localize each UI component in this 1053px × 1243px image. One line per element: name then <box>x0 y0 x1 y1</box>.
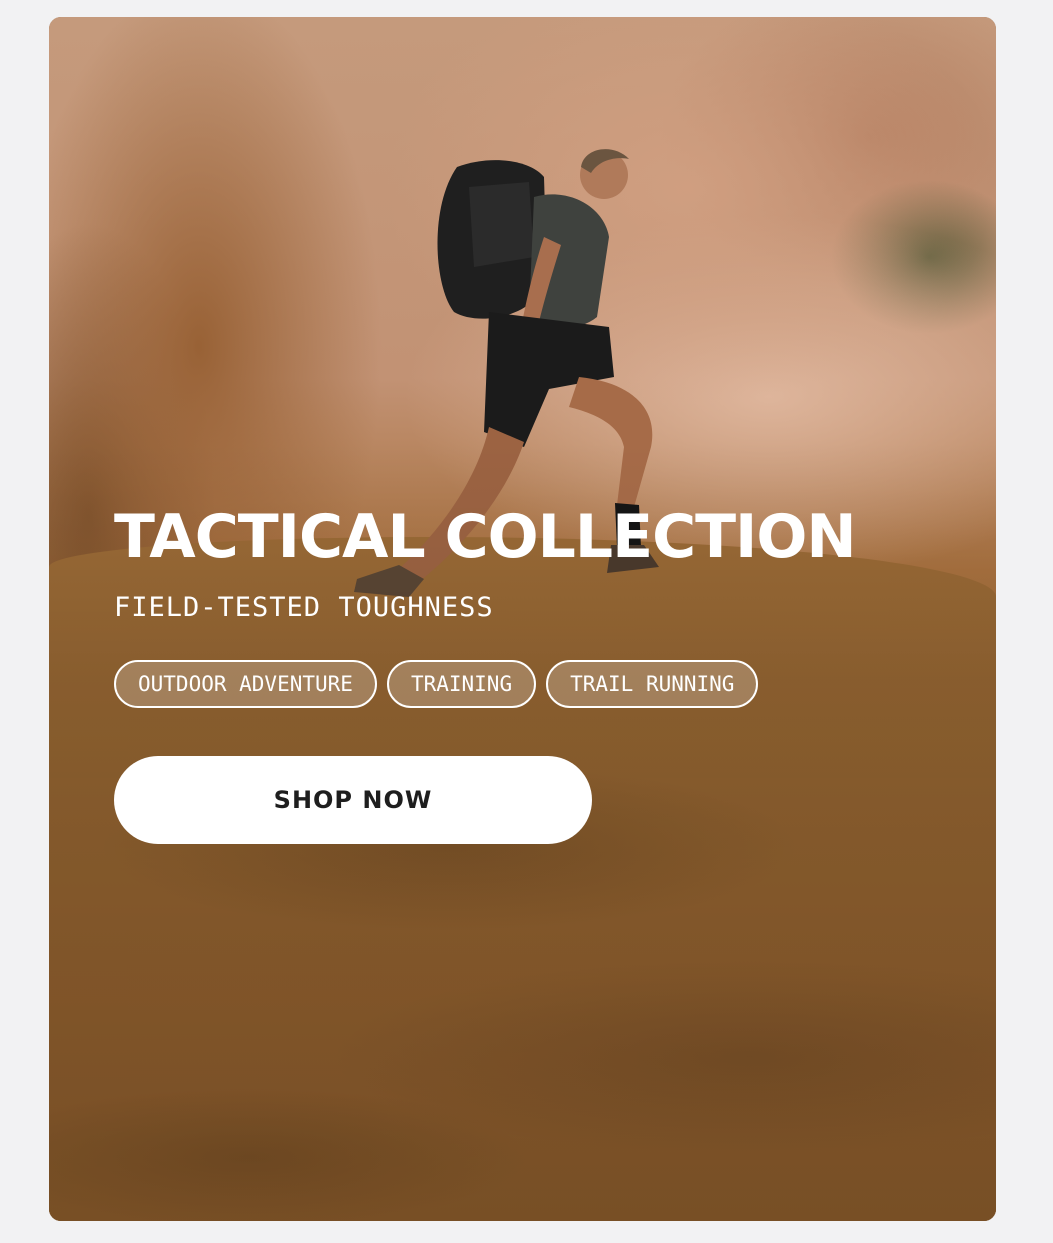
tag-training[interactable]: TRAINING <box>386 660 537 708</box>
hero-card: TACTICAL COLLECTION FIELD-TESTED TOUGHNE… <box>49 17 996 1221</box>
hero-subtitle: FIELD-TESTED TOUGHNESS <box>114 592 494 623</box>
tag-outdoor-adventure[interactable]: OUTDOOR ADVENTURE <box>114 660 377 708</box>
tag-trail-running[interactable]: TRAIL RUNNING <box>546 660 759 708</box>
hero-content: TACTICAL COLLECTION FIELD-TESTED TOUGHNE… <box>114 502 996 844</box>
category-tags: OUTDOOR ADVENTURE TRAINING TRAIL RUNNING <box>114 660 996 708</box>
hero-title: TACTICAL COLLECTION <box>114 502 857 572</box>
shop-now-button[interactable]: SHOP NOW <box>114 756 592 844</box>
